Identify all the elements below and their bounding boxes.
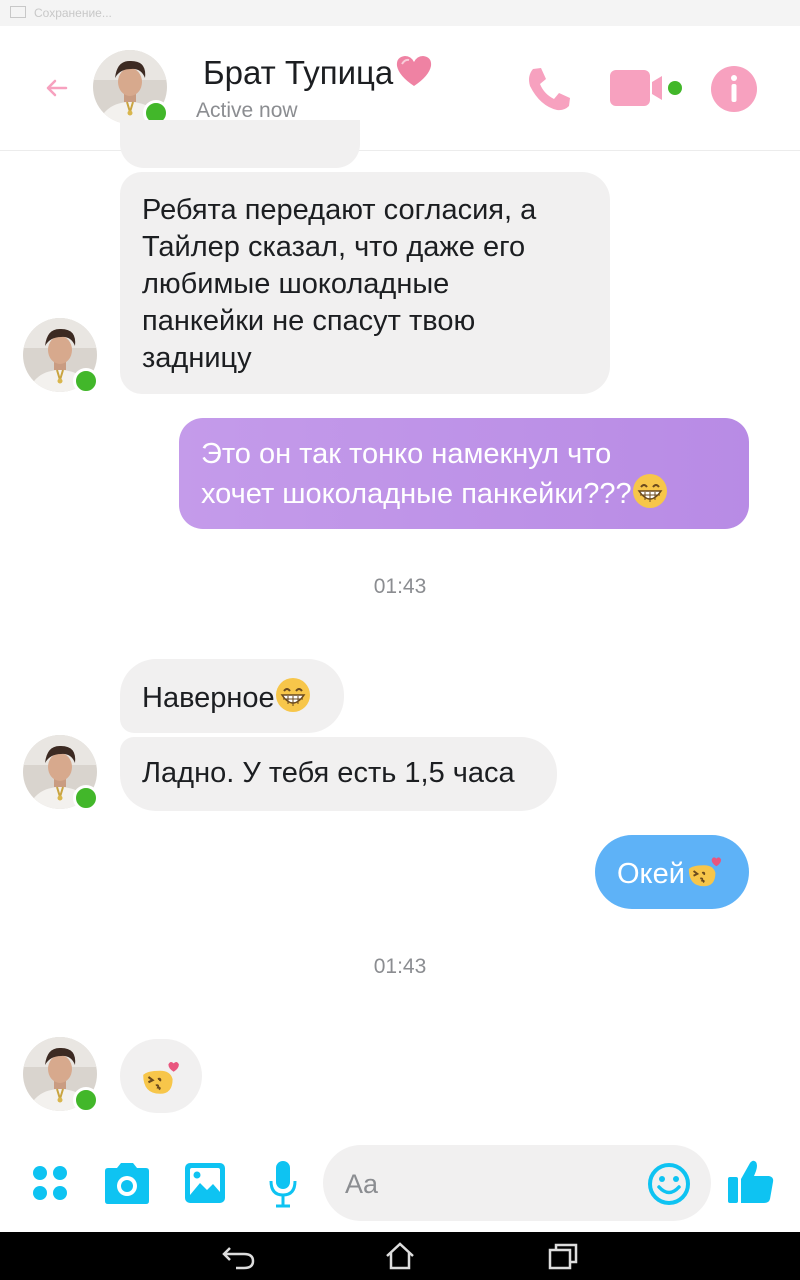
grinning-emoji-icon (275, 677, 311, 713)
nav-back-icon[interactable] (222, 1242, 256, 1270)
timestamp: 01:43 (373, 955, 427, 978)
outgoing-message[interactable]: Окей (595, 835, 749, 909)
message-line: панкейки не спасут твою (142, 305, 476, 337)
back-arrow-icon[interactable] (40, 72, 72, 104)
phone-icon[interactable] (524, 64, 574, 114)
info-icon[interactable] (709, 64, 759, 114)
message-line: Тайлер сказал, что даже его (142, 231, 526, 263)
timestamp: 01:43 (373, 575, 427, 598)
message-line: Ребята передают согласия, а (142, 194, 537, 226)
incoming-message[interactable]: Наверное (120, 659, 344, 733)
online-indicator (73, 1087, 99, 1113)
nav-home-icon[interactable] (385, 1242, 415, 1270)
online-indicator (73, 368, 99, 394)
kiss-emoji-icon (139, 1058, 181, 1096)
kiss-emoji-icon (685, 853, 723, 889)
notification-icon (10, 6, 26, 18)
online-indicator (73, 785, 99, 811)
outgoing-message[interactable]: Это он так тонко намекнул что хочет шоко… (179, 418, 749, 529)
nav-recents-icon[interactable] (548, 1242, 578, 1270)
contact-name-text: Брат Тупица (203, 54, 394, 91)
message-text: Наверное (142, 682, 275, 714)
message-line: Это он так тонко намекнул что (201, 438, 612, 470)
more-icon[interactable] (30, 1163, 70, 1203)
gallery-icon[interactable] (183, 1161, 227, 1205)
camera-icon[interactable] (103, 1161, 151, 1205)
message-composer: Aa (0, 1140, 800, 1232)
heart-icon (397, 56, 432, 86)
incoming-emoji-message[interactable] (120, 1039, 202, 1113)
message-text: Окей (617, 858, 685, 890)
status-bar: Сохранение... (0, 0, 800, 26)
incoming-message[interactable]: Ладно. У тебя есть 1,5 часа (120, 737, 557, 811)
like-icon[interactable] (726, 1157, 776, 1207)
message-bubble-partial (120, 120, 360, 168)
message-line: хочет шоколадные панкейки??? (201, 478, 632, 510)
emoji-icon[interactable] (647, 1162, 691, 1206)
incoming-message[interactable]: Ребята передают согласия, а Тайлер сказа… (120, 172, 610, 394)
status-notification-text: Сохранение... (34, 6, 112, 20)
system-nav-bar (0, 1232, 800, 1280)
message-line: задницу (142, 342, 252, 374)
video-camera-icon[interactable] (608, 66, 684, 110)
grinning-emoji-icon (632, 473, 668, 509)
message-text: Ладно. У тебя есть 1,5 часа (142, 757, 515, 789)
microphone-icon[interactable] (266, 1159, 300, 1209)
message-line: любимые шоколадные (142, 268, 450, 300)
status-notification: Сохранение... (10, 6, 112, 20)
message-input-placeholder: Aa (345, 1169, 379, 1199)
contact-name[interactable]: Брат Тупица (203, 54, 433, 92)
message-input[interactable]: Aa (323, 1145, 711, 1221)
